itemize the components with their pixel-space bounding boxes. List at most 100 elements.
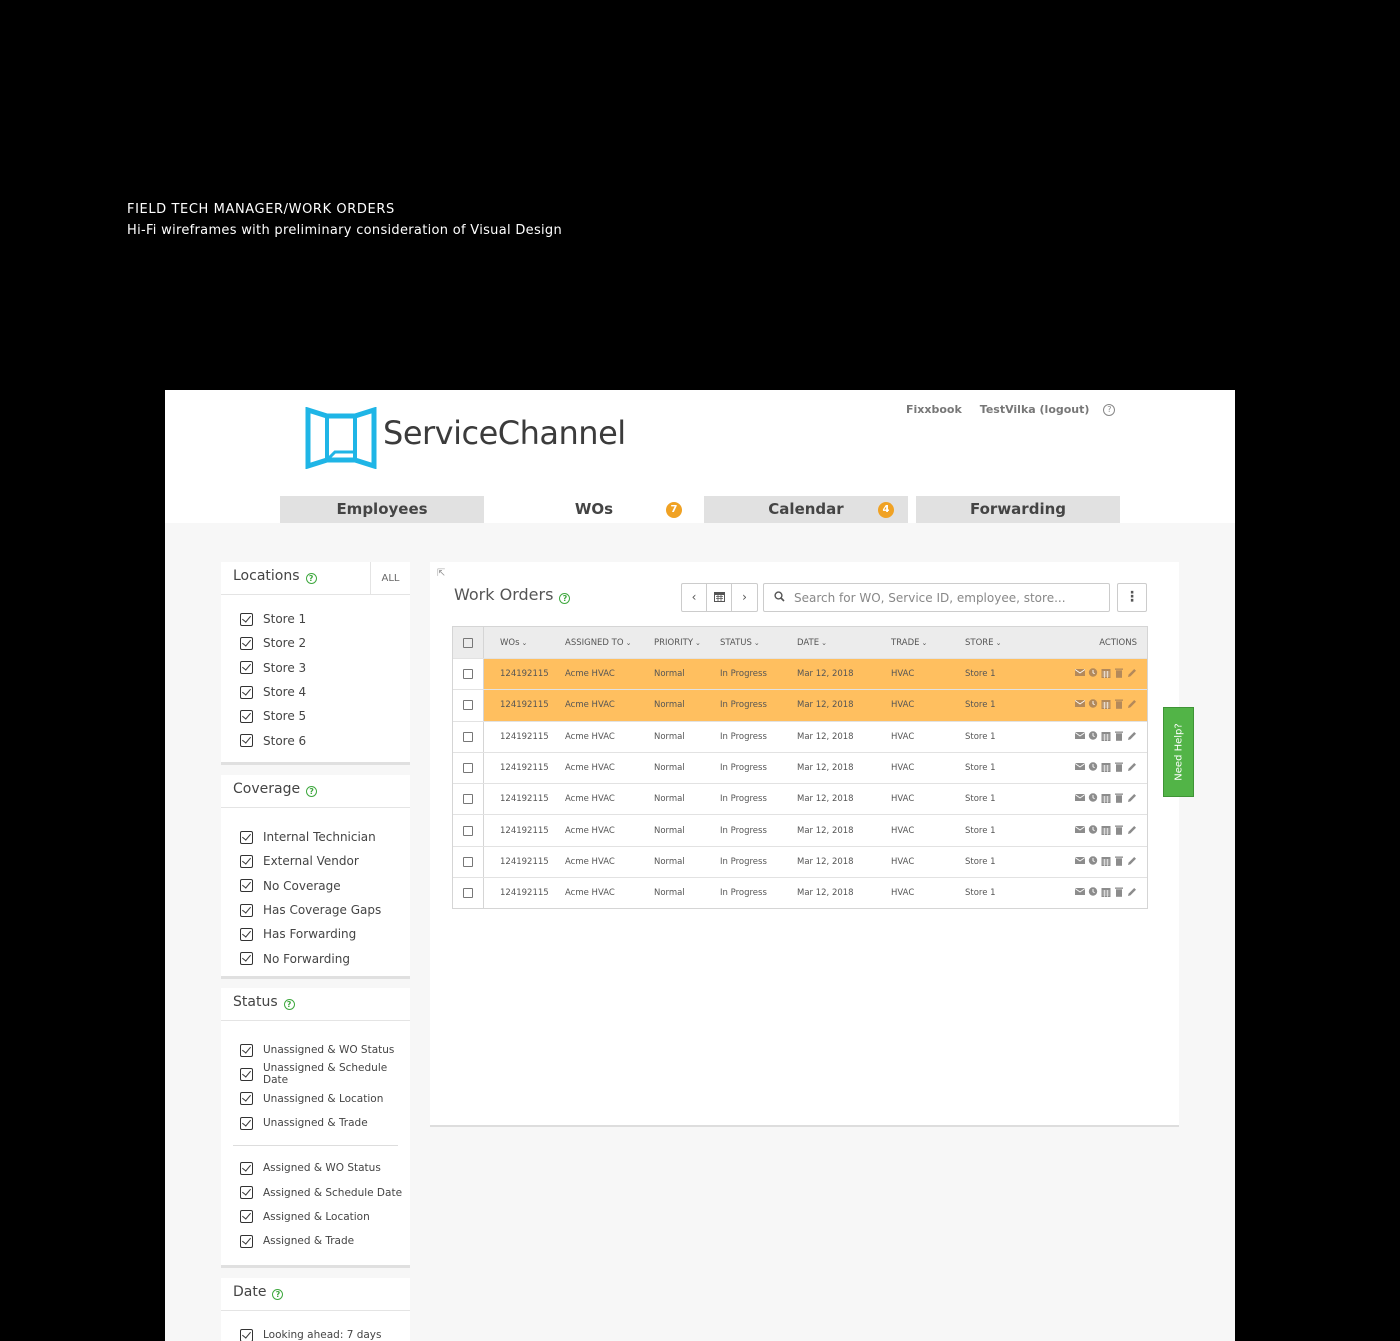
- clock-icon[interactable]: [1088, 824, 1098, 834]
- table-row[interactable]: 124192115 Acme HVAC Normal In Progress M…: [453, 720, 1147, 752]
- wo-number[interactable]: 124192115: [484, 763, 549, 773]
- clock-icon[interactable]: [1088, 731, 1098, 740]
- coverage-item[interactable]: External Vendor: [240, 849, 410, 873]
- location-item[interactable]: Store 6: [240, 728, 410, 752]
- mail-icon[interactable]: [1075, 699, 1085, 708]
- location-item[interactable]: Store 1: [240, 607, 410, 631]
- help-question-icon[interactable]: ?: [272, 1289, 284, 1300]
- trash-icon[interactable]: [1114, 668, 1124, 678]
- calendar-icon[interactable]: [1101, 668, 1111, 679]
- column-header-assigned[interactable]: ASSIGNED TO ⌄: [549, 638, 642, 648]
- calendar-icon[interactable]: [1101, 731, 1111, 741]
- checkbox[interactable]: [240, 1092, 253, 1106]
- pencil-icon[interactable]: [1127, 856, 1137, 866]
- tab-calendar[interactable]: Calendar 4: [704, 496, 908, 523]
- tab-forwarding[interactable]: Forwarding: [916, 496, 1120, 523]
- status-item[interactable]: Unassigned & WO Status: [240, 1038, 410, 1062]
- mail-icon[interactable]: [1075, 731, 1085, 740]
- checkbox[interactable]: [240, 1234, 253, 1248]
- date-item[interactable]: Looking ahead: 7 days: [240, 1323, 410, 1341]
- row-checkbox[interactable]: [463, 888, 473, 899]
- help-question-icon[interactable]: ?: [283, 999, 295, 1010]
- row-checkbox[interactable]: [463, 731, 473, 742]
- more-options-button[interactable]: ⋮: [1117, 583, 1147, 612]
- checkbox[interactable]: [240, 927, 253, 941]
- column-header-wos[interactable]: WOs ⌄: [484, 638, 549, 648]
- pencil-icon[interactable]: [1127, 825, 1137, 835]
- clock-icon[interactable]: [1088, 793, 1098, 803]
- row-checkbox[interactable]: [463, 763, 473, 774]
- checkbox[interactable]: [240, 854, 253, 868]
- mail-icon[interactable]: [1075, 825, 1085, 834]
- status-item[interactable]: Assigned & Trade: [240, 1229, 410, 1253]
- all-locations-button[interactable]: ALL: [370, 562, 410, 595]
- location-item[interactable]: Store 5: [240, 704, 410, 728]
- trash-icon[interactable]: [1114, 793, 1124, 804]
- column-header-priority[interactable]: PRIORITY ⌄: [642, 638, 710, 648]
- pencil-icon[interactable]: [1127, 699, 1137, 709]
- checkbox[interactable]: [240, 1116, 253, 1130]
- table-row[interactable]: 124192115 Acme HVAC Normal In Progress M…: [453, 845, 1147, 878]
- row-checkbox[interactable]: [463, 856, 473, 867]
- checkbox[interactable]: [240, 734, 253, 748]
- clock-icon[interactable]: [1088, 887, 1098, 896]
- pencil-icon[interactable]: [1127, 887, 1137, 897]
- pencil-icon[interactable]: [1127, 762, 1137, 772]
- logout-link[interactable]: TestVilka (logout): [980, 403, 1090, 416]
- calendar-icon[interactable]: [1101, 762, 1111, 773]
- clock-icon[interactable]: [1088, 668, 1098, 677]
- mail-icon[interactable]: [1075, 856, 1085, 865]
- coverage-item[interactable]: No Coverage: [240, 874, 410, 898]
- table-row[interactable]: 124192115 Acme HVAC Normal In Progress M…: [453, 751, 1147, 784]
- checkbox[interactable]: [240, 1067, 253, 1081]
- status-item[interactable]: Unassigned & Location: [240, 1087, 410, 1111]
- help-question-icon[interactable]: ?: [306, 786, 318, 797]
- prev-button[interactable]: ‹: [682, 584, 707, 611]
- row-checkbox[interactable]: [463, 700, 473, 711]
- checkbox[interactable]: [240, 1186, 253, 1200]
- status-item[interactable]: Assigned & Location: [240, 1205, 410, 1229]
- trash-icon[interactable]: [1114, 887, 1124, 898]
- calendar-icon[interactable]: [1101, 793, 1111, 804]
- table-row[interactable]: 124192115 Acme HVAC Normal In Progress M…: [453, 658, 1147, 690]
- mail-icon[interactable]: [1075, 762, 1085, 771]
- search-input[interactable]: [794, 590, 1094, 605]
- coverage-item[interactable]: Has Coverage Gaps: [240, 898, 410, 922]
- help-question-icon[interactable]: ?: [305, 573, 317, 584]
- column-header-trade[interactable]: TRADE ⌄: [879, 638, 953, 648]
- calendar-icon[interactable]: [1101, 699, 1111, 710]
- status-item[interactable]: Assigned & Schedule Date: [240, 1180, 410, 1204]
- checkbox[interactable]: [240, 1328, 253, 1341]
- mail-icon[interactable]: [1075, 668, 1085, 677]
- row-checkbox[interactable]: [463, 825, 473, 836]
- next-button[interactable]: ›: [732, 584, 757, 611]
- table-row[interactable]: 124192115 Acme HVAC Normal In Progress M…: [453, 877, 1147, 909]
- checkbox[interactable]: [240, 636, 253, 650]
- coverage-item[interactable]: Internal Technician: [240, 825, 410, 849]
- checkbox[interactable]: [240, 1210, 253, 1224]
- table-row[interactable]: 124192115 Acme HVAC Normal In Progress M…: [453, 783, 1147, 815]
- location-item[interactable]: Store 2: [240, 631, 410, 655]
- trash-icon[interactable]: [1114, 762, 1124, 772]
- location-item[interactable]: Store 3: [240, 656, 410, 680]
- search-box[interactable]: [763, 583, 1110, 612]
- mail-icon[interactable]: [1075, 887, 1085, 896]
- checkbox[interactable]: [240, 685, 253, 699]
- trash-icon[interactable]: [1114, 856, 1124, 866]
- table-row[interactable]: 124192115 Acme HVAC Normal In Progress M…: [453, 814, 1147, 846]
- location-item[interactable]: Store 4: [240, 680, 410, 704]
- select-all-checkbox[interactable]: [463, 637, 473, 648]
- column-header-store[interactable]: STORE ⌄: [953, 638, 1053, 648]
- trash-icon[interactable]: [1114, 731, 1124, 741]
- checkbox[interactable]: [240, 612, 253, 626]
- clock-icon[interactable]: [1088, 856, 1098, 865]
- collapse-arrow-icon[interactable]: ⇱: [437, 568, 445, 579]
- mail-icon[interactable]: [1075, 793, 1085, 802]
- calendar-icon[interactable]: [1101, 825, 1111, 835]
- coverage-item[interactable]: Has Forwarding: [240, 922, 410, 946]
- status-item[interactable]: Unassigned & Trade: [240, 1111, 410, 1135]
- help-icon[interactable]: ?: [1103, 403, 1116, 416]
- tab-employees[interactable]: Employees: [280, 496, 484, 523]
- checkbox[interactable]: [240, 879, 253, 893]
- wo-number[interactable]: 124192115: [484, 732, 549, 742]
